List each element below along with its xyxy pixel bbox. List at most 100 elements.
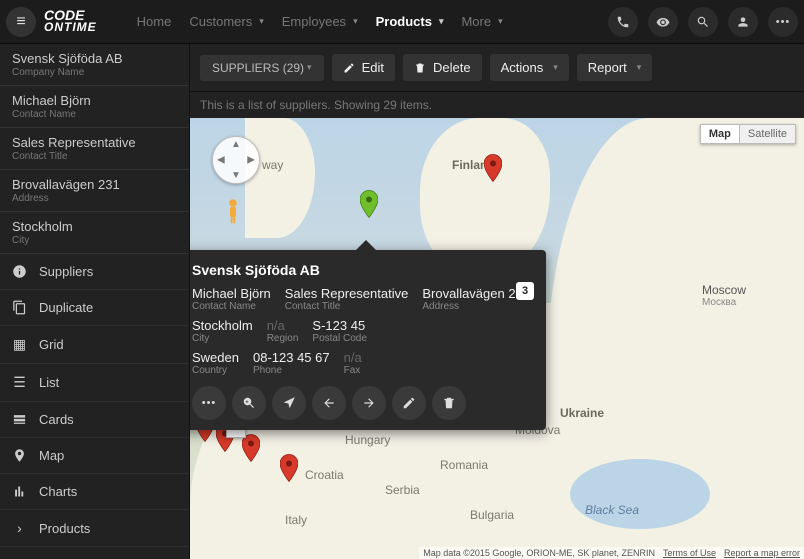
card-row: StockholmCity n/aRegion S-123 45Postal C… [192,318,532,344]
user-button[interactable] [728,7,758,37]
sidebar-item-products[interactable]: › Products [0,510,189,547]
phone-button[interactable] [608,7,638,37]
card-edit-button[interactable] [392,386,426,420]
overflow-button[interactable]: ••• [768,7,798,37]
sidebar-title[interactable]: Sales Representative Contact Title [0,128,189,170]
map-pan-control[interactable]: ▲ ▼ ◀ ▶ [212,136,260,184]
status-text: This is a list of suppliers. Showing 29 … [190,92,804,118]
card-more-button[interactable] [192,386,226,420]
card-value: Sweden [192,350,239,365]
sidebar-item-label: Charts [39,484,77,499]
supplier-info-card: Svensk Sjöföda AB 3 Michael BjörnContact… [190,250,546,430]
sidebar-item-cards[interactable]: Cards [0,402,189,438]
hamburger-icon: ≡ [16,13,25,31]
map-marker[interactable] [242,434,260,462]
sidebar-item-suppliers[interactable]: Suppliers [0,254,189,290]
sidebar-item-grid[interactable]: ▦ Grid [0,326,189,364]
phone-icon [616,15,630,29]
card-label: Phone [253,365,330,376]
card-title: Svensk Sjöföda AB [192,262,532,278]
card-value: Brovallavägen 231 [422,286,530,301]
map-attrib-report[interactable]: Report a map error [724,548,800,558]
card-label: Contact Name [192,301,271,312]
hamburger-menu-button[interactable]: ≡ [6,7,36,37]
topbar-right: ••• [608,7,798,37]
map-marker[interactable] [280,454,298,482]
map-label-italy: Italy [285,513,307,527]
map-label-moscow: Moscow Москва [702,283,746,308]
nav-products[interactable]: Products [376,14,444,29]
search-icon [696,15,710,29]
card-count-badge[interactable]: 3 [516,282,534,300]
edit-button[interactable]: Edit [332,54,395,81]
logo[interactable]: CODE ONTIME [44,10,97,32]
card-navigate-button[interactable] [272,386,306,420]
card-delete-button[interactable] [432,386,466,420]
map-marker[interactable] [484,154,502,182]
sidebar-item-label: Duplicate [39,300,93,315]
card-value: Michael Björn [192,286,271,301]
logo-line2: ONTIME [44,22,97,32]
sidebar-item-label: List [39,375,59,390]
sidebar-address[interactable]: Brovallavägen 231 Address [0,170,189,212]
nav-customers[interactable]: Customers [189,14,263,29]
pencil-icon [343,62,355,74]
card-value: Sales Representative [285,286,409,301]
card-value: n/a [344,350,362,365]
sidebar-city[interactable]: Stockholm City [0,212,189,254]
nav-more[interactable]: More [461,14,502,29]
search-button[interactable] [688,7,718,37]
top-nav: Home Customers Employees Products More [137,14,503,29]
nav-employees[interactable]: Employees [282,14,358,29]
map-pin-icon [12,448,27,463]
company-name-value: Svensk Sjöföda AB [12,51,177,66]
breadcrumb-suppliers[interactable]: SUPPLIERS (29) [200,55,324,81]
nav-home[interactable]: Home [137,14,172,29]
map-type-satellite[interactable]: Satellite [739,124,796,144]
eye-button[interactable] [648,7,678,37]
map-label-hungary: Hungary [345,433,390,447]
pan-up-icon[interactable]: ▲ [231,139,241,150]
sidebar-item-duplicate[interactable]: Duplicate [0,290,189,326]
eye-icon [656,15,670,29]
map-type-map[interactable]: Map [700,124,739,144]
card-label: Address [422,301,530,312]
report-dropdown[interactable]: Report [577,54,653,81]
info-icon [12,264,27,279]
actions-dropdown[interactable]: Actions [490,54,569,81]
zoom-in-icon [242,396,256,410]
card-prev-button[interactable] [312,386,346,420]
map-pegman[interactable] [224,198,242,226]
map-label-romania: Romania [440,458,488,472]
sidebar-item-charts[interactable]: Charts [0,474,189,510]
map-canvas[interactable]: way Finland Moscow Москва Ukraine Austri… [190,118,804,559]
sidebar-company[interactable]: Svensk Sjöföda AB Company Name [0,44,189,86]
card-value: S-123 45 [312,318,366,333]
card-value: 08-123 45 67 [253,350,330,365]
main-panel: SUPPLIERS (29) Edit Delete Actions Repor… [190,44,804,559]
sidebar: Svensk Sjöföda AB Company Name Michael B… [0,44,190,559]
card-zoom-button[interactable] [232,386,266,420]
sidebar-item-label: Suppliers [39,264,93,279]
pan-down-icon[interactable]: ▼ [231,170,241,181]
charts-icon [12,484,27,499]
pan-left-icon[interactable]: ◀ [217,155,225,166]
map-marker-selected[interactable] [360,190,378,218]
card-label: Region [267,333,299,344]
duplicate-icon [12,300,27,315]
sidebar-item-map[interactable]: Map [0,438,189,474]
contact-title-value: Sales Representative [12,135,177,150]
sidebar-item-list[interactable]: ☰ List [0,364,189,402]
sidebar-contact[interactable]: Michael Björn Contact Name [0,86,189,128]
map-label-bulgaria: Bulgaria [470,508,514,522]
sidebar-item-label: Cards [39,412,74,427]
card-next-button[interactable] [352,386,386,420]
pan-right-icon[interactable]: ▶ [247,155,255,166]
delete-button[interactable]: Delete [403,54,482,81]
contact-name-label: Contact Name [12,109,177,120]
list-icon: ☰ [12,374,27,391]
map-attrib-terms[interactable]: Terms of Use [663,548,716,558]
contact-title-label: Contact Title [12,151,177,162]
sidebar-item-label: Products [39,521,90,536]
map-label-blacksea: Black Sea [585,503,639,517]
